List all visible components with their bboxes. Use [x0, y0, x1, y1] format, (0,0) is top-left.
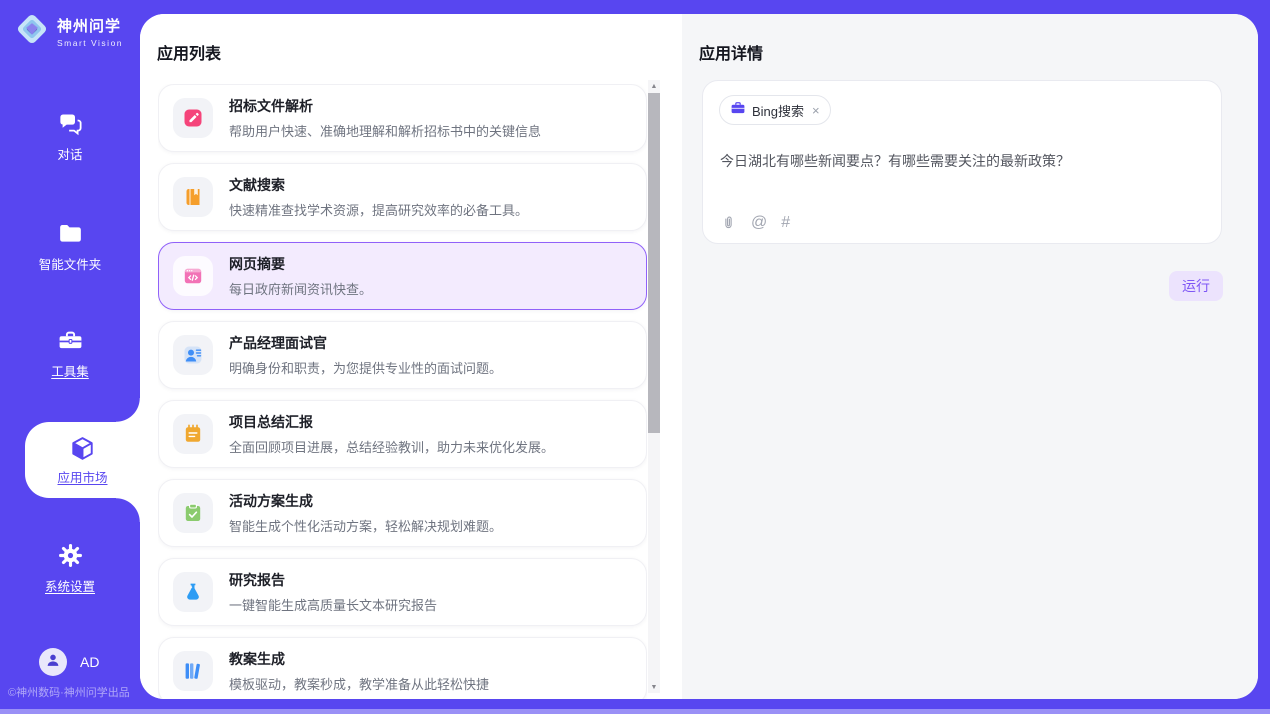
sidebar-item-smart-folders[interactable]: 智能文件夹 [0, 220, 140, 273]
briefcase-icon [730, 100, 746, 121]
sidebar-item-label: 智能文件夹 [39, 254, 102, 273]
app-item-description: 智能生成个性化活动方案，轻松解决规划难题。 [229, 516, 502, 535]
paperclip-icon[interactable] [720, 214, 737, 231]
notepad-icon [173, 414, 213, 454]
sidebar-item-toolset[interactable]: 工具集 [0, 327, 140, 380]
copyright-text: ©神州数码·神州问学出品 [8, 684, 130, 700]
app-item-title: 教案生成 [229, 649, 489, 669]
app-list-panel: 应用列表 招标文件解析帮助用户快速、准确地理解和解析招标书中的关键信息文献搜索快… [140, 14, 682, 699]
run-button[interactable]: 运行 [1169, 271, 1223, 301]
research-icon [173, 572, 213, 612]
gear-icon [57, 542, 84, 569]
prompt-input[interactable]: 今日湖北有哪些新闻要点？有哪些需要关注的最新政策？ [720, 151, 1205, 171]
user-name: AD [80, 654, 99, 670]
chat-icon [57, 110, 84, 137]
sidebar-item-label: 应用市场 [57, 467, 107, 486]
app-item-title: 研究报告 [229, 570, 437, 590]
app-item-description: 明确身份和职责，为您提供专业性的面试问题。 [229, 358, 502, 377]
app-item-description: 每日政府新闻资讯快查。 [229, 279, 372, 298]
app-item-project-summary[interactable]: 项目总结汇报全面回顾项目进展，总结经验教训，助力未来优化发展。 [158, 400, 647, 468]
lesson-icon [173, 651, 213, 691]
scroll-up-icon[interactable]: ▲ [648, 80, 660, 92]
app-detail-panel: 应用详情 Bing搜索 × 今日湖北有哪些新闻要点？有哪些需要关注的最新政策？ … [682, 14, 1258, 699]
logo-title: 神州问学 [57, 15, 123, 36]
sidebar-item-chat[interactable]: 对话 [0, 110, 140, 163]
sidebar-item-system-settings[interactable]: 系统设置 [0, 542, 140, 595]
app-list: 招标文件解析帮助用户快速、准确地理解和解析招标书中的关键信息文献搜索快速精准查找… [158, 84, 647, 699]
avatar [39, 648, 67, 676]
app-logo: 神州问学 Smart Vision [14, 11, 123, 52]
list-scrollbar[interactable]: ▲ ▼ [648, 80, 660, 693]
tool-chip-bing-search[interactable]: Bing搜索 × [719, 95, 831, 125]
scrollbar-thumb[interactable] [648, 93, 660, 433]
app-window: { "colors": { "primary": "#5846F0", "sel… [0, 0, 1270, 714]
sidebar-item-label: 工具集 [51, 361, 89, 380]
sidebar: 神州问学 Smart Vision 对话智能文件夹工具集应用市场系统设置 AD … [0, 0, 140, 714]
app-item-title: 产品经理面试官 [229, 333, 502, 353]
app-item-title: 项目总结汇报 [229, 412, 554, 432]
app-item-bid-analysis[interactable]: 招标文件解析帮助用户快速、准确地理解和解析招标书中的关键信息 [158, 84, 647, 152]
app-item-description: 模板驱动，教案秒成，教学准备从此轻松快捷 [229, 674, 489, 693]
composer-toolbar: @ # [720, 214, 790, 231]
main-content: 应用列表 招标文件解析帮助用户快速、准确地理解和解析招标书中的关键信息文献搜索快… [140, 14, 1258, 699]
user-profile[interactable]: AD [39, 648, 99, 676]
window-bottom-edge [0, 709, 1270, 714]
app-item-activity-plan[interactable]: 活动方案生成智能生成个性化活动方案，轻松解决规划难题。 [158, 479, 647, 547]
interviewer-icon [173, 335, 213, 375]
app-item-description: 一键智能生成高质量长文本研究报告 [229, 595, 437, 614]
web-icon [173, 256, 213, 296]
toolbox-icon [57, 327, 84, 354]
clipboard-icon [173, 493, 213, 533]
scroll-down-icon[interactable]: ▼ [648, 681, 660, 693]
app-item-title: 活动方案生成 [229, 491, 502, 511]
hash-icon[interactable]: # [781, 215, 790, 231]
app-item-literature-search[interactable]: 文献搜索快速精准查找学术资源，提高研究效率的必备工具。 [158, 163, 647, 231]
avatar-icon [44, 651, 62, 674]
bid-doc-icon [173, 98, 213, 138]
composer-card: Bing搜索 × 今日湖北有哪些新闻要点？有哪些需要关注的最新政策？ @ # [702, 80, 1222, 244]
sidebar-item-label: 系统设置 [45, 576, 95, 595]
tool-chip-label: Bing搜索 [752, 101, 804, 120]
app-item-description: 全面回顾项目进展，总结经验教训，助力未来优化发展。 [229, 437, 554, 456]
app-item-research-report[interactable]: 研究报告一键智能生成高质量长文本研究报告 [158, 558, 647, 626]
gem-logo-icon [14, 11, 50, 52]
cube-icon [69, 435, 96, 462]
app-item-pm-interviewer[interactable]: 产品经理面试官明确身份和职责，为您提供专业性的面试问题。 [158, 321, 647, 389]
app-item-title: 招标文件解析 [229, 96, 541, 116]
app-item-description: 快速精准查找学术资源，提高研究效率的必备工具。 [229, 200, 528, 219]
app-list-title: 应用列表 [157, 40, 221, 64]
sidebar-item-label: 对话 [57, 144, 82, 163]
at-icon[interactable]: @ [751, 215, 767, 231]
sidebar-item-app-market[interactable]: 应用市场 [25, 422, 140, 498]
book-icon [173, 177, 213, 217]
logo-subtitle: Smart Vision [57, 38, 123, 48]
app-detail-title: 应用详情 [699, 40, 763, 64]
folder-icon [57, 220, 84, 247]
app-item-description: 帮助用户快速、准确地理解和解析招标书中的关键信息 [229, 121, 541, 140]
app-item-title: 网页摘要 [229, 254, 372, 274]
app-item-title: 文献搜索 [229, 175, 528, 195]
chip-close-icon[interactable]: × [812, 103, 820, 118]
app-item-web-summary[interactable]: 网页摘要每日政府新闻资讯快查。 [158, 242, 647, 310]
app-item-lesson-plan[interactable]: 教案生成模板驱动，教案秒成，教学准备从此轻松快捷 [158, 637, 647, 699]
